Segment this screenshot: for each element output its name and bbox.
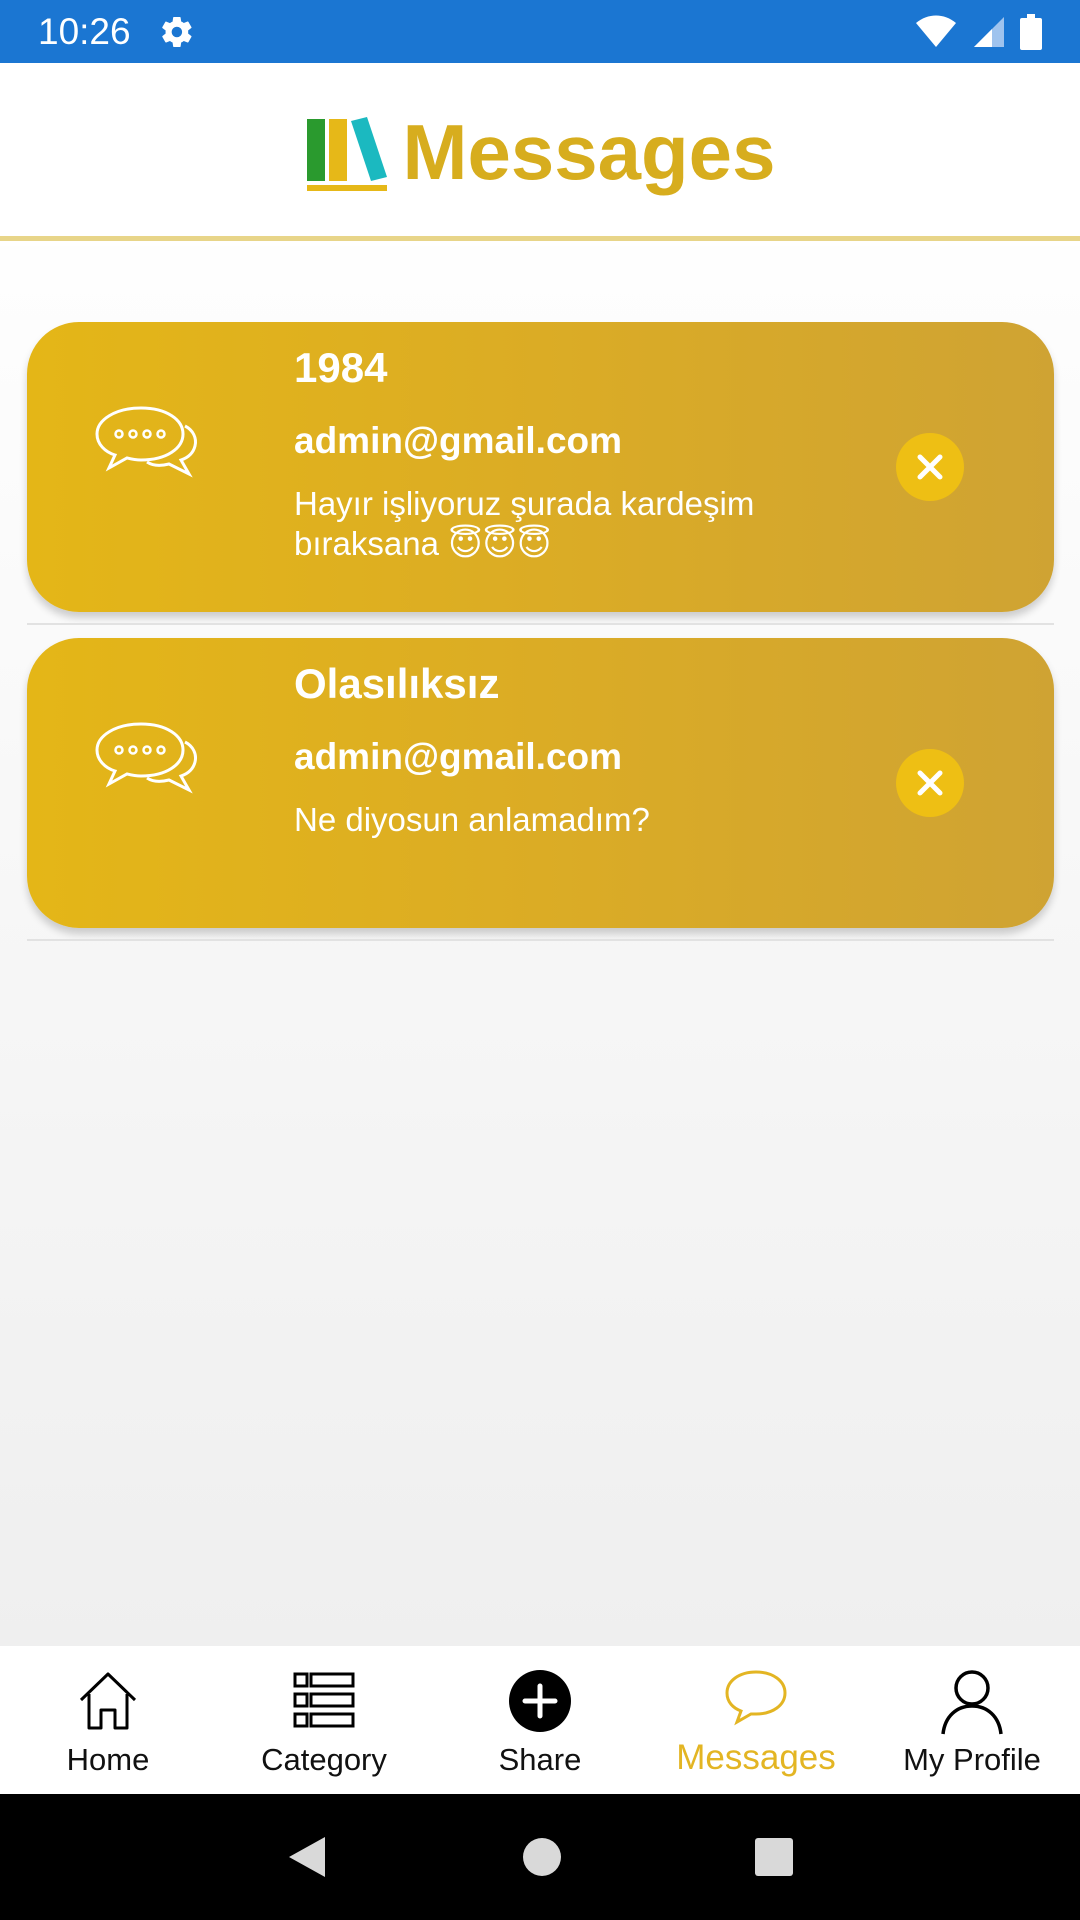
- bottom-nav: Home Category Share Messages My Profile: [0, 1646, 1080, 1794]
- page-title: Messages: [402, 108, 776, 196]
- message-title: Olasılıksız: [294, 660, 500, 707]
- message-sender-email: admin@gmail.com: [294, 736, 623, 777]
- chat-bubbles-icon: [95, 406, 197, 478]
- nav-item-share[interactable]: Share: [432, 1646, 648, 1794]
- nav-label-share: Share: [498, 1742, 582, 1777]
- status-bar: 10:26: [0, 0, 1080, 63]
- message-card[interactable]: 1984 admin@gmail.com Hayır işliyoruz şur…: [27, 322, 1054, 612]
- delete-message-button[interactable]: [896, 749, 964, 817]
- list-icon: [293, 1672, 355, 1728]
- close-icon: [917, 454, 943, 480]
- divider: [27, 939, 1054, 941]
- back-icon[interactable]: [285, 1833, 331, 1881]
- divider: [27, 623, 1054, 625]
- message-text: Ne diyosun anlamadım?: [294, 801, 650, 838]
- messages-screen: 10:26 Messages 1984 admin@gmail.com Hayı…: [0, 0, 1080, 1920]
- nav-label-profile: My Profile: [903, 1742, 1041, 1777]
- gear-icon: [161, 16, 192, 47]
- status-time: 10:26: [38, 10, 131, 52]
- nav-label-messages: Messages: [676, 1738, 836, 1777]
- user-icon: [941, 1670, 1003, 1735]
- wifi-icon: [916, 15, 956, 47]
- close-icon: [917, 770, 943, 796]
- plus-circle-icon: [509, 1670, 571, 1732]
- recents-icon[interactable]: [753, 1836, 795, 1878]
- signal-icon: [974, 16, 1004, 47]
- message-text: Hayır işliyoruz şurada kardeşim bıraksan…: [294, 485, 755, 562]
- message-card[interactable]: Olasılıksız admin@gmail.com Ne diyosun a…: [27, 638, 1054, 928]
- books-logo: [306, 116, 387, 191]
- system-nav-bar: [0, 1794, 1080, 1920]
- messages-list: 1984 admin@gmail.com Hayır işliyoruz şur…: [0, 246, 1080, 1646]
- message-title: 1984: [294, 344, 388, 391]
- chat-bubble-icon: [725, 1670, 787, 1726]
- nav-item-category[interactable]: Category: [216, 1646, 432, 1794]
- home-icon: [79, 1672, 137, 1730]
- status-icons: [914, 13, 1042, 50]
- nav-item-profile[interactable]: My Profile: [864, 1646, 1080, 1794]
- nav-label-home: Home: [66, 1742, 150, 1777]
- delete-message-button[interactable]: [896, 433, 964, 501]
- nav-label-category: Category: [261, 1742, 387, 1777]
- chat-bubbles-icon: [95, 722, 197, 794]
- battery-icon: [1020, 13, 1042, 50]
- home-circle-icon[interactable]: [522, 1837, 562, 1877]
- message-sender-email: admin@gmail.com: [294, 420, 623, 461]
- nav-item-messages[interactable]: Messages: [648, 1646, 864, 1794]
- nav-item-home[interactable]: Home: [0, 1646, 216, 1794]
- app-header: Messages: [0, 63, 1080, 241]
